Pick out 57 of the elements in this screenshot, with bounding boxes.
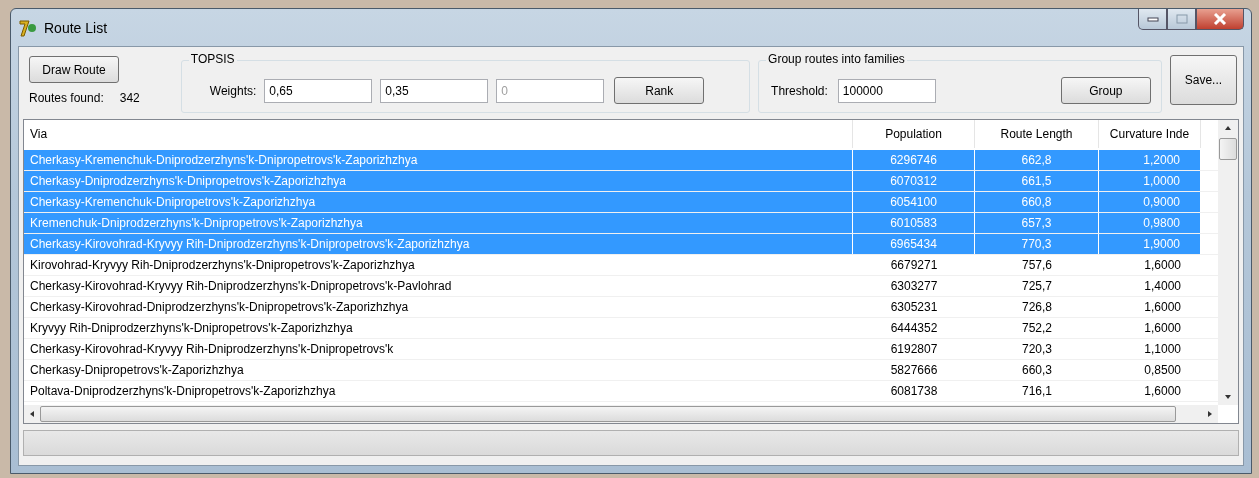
minimize-icon[interactable] — [1146, 16, 1159, 22]
table-cell[interactable]: 1,6000 — [1099, 381, 1201, 401]
table-cell[interactable]: Poltava-Dniprodzerzhyns'k-Dnipropetrovs'k-Zaporizhzhya — [24, 381, 853, 401]
rank-button[interactable]: Rank — [614, 77, 705, 104]
table-cell[interactable]: Kryvyy Rih-Dniprodzerzhyns'k-Dnipropetrovs'k-Zaporizhzhya — [24, 318, 853, 338]
table-cell[interactable]: 6192807 — [853, 339, 975, 359]
group-button[interactable]: Group — [1060, 77, 1151, 104]
column-header[interactable]: Curvature Inde — [1099, 120, 1201, 148]
table-cell[interactable]: 6444352 — [853, 318, 975, 338]
table-cell[interactable]: 1,4000 — [1099, 276, 1201, 296]
table-cell[interactable]: 6303277 — [853, 276, 975, 296]
group-title: TOPSIS — [188, 52, 237, 66]
table-cell[interactable]: Kirovohrad-Kryvyy Rih-Dniprodzerzhyns'k-Dnipropetrovs'k-Zaporizhzhya — [24, 255, 853, 275]
table-cell[interactable]: 757,6 — [975, 255, 1099, 275]
close-icon[interactable] — [1213, 13, 1227, 25]
threshold-label: Threshold: — [771, 83, 828, 98]
table-cell[interactable]: 725,7 — [975, 276, 1099, 296]
save-button[interactable]: Save... — [1169, 55, 1237, 105]
table-cell[interactable]: 5827666 — [853, 360, 975, 380]
table-cell[interactable]: 660,3 — [975, 360, 1099, 380]
table-cell[interactable]: 1,6000 — [1099, 297, 1201, 317]
table-cell[interactable]: 1,6000 — [1099, 255, 1201, 275]
table-cell[interactable]: 720,3 — [975, 339, 1099, 359]
scrollbar-thumb[interactable] — [1219, 138, 1237, 160]
close-button[interactable] — [1196, 9, 1244, 30]
threshold-field[interactable]: 100000 — [837, 78, 936, 103]
table-cell[interactable]: Cherkasy-Kirovohrad-Dniprodzerzhyns'k-Dnipropetrovs'k-Zaporizhzhya — [24, 297, 853, 317]
table-cell[interactable]: 1,6000 — [1099, 318, 1201, 338]
window-title: Route List — [44, 19, 109, 36]
table-cell[interactable]: 752,2 — [975, 318, 1099, 338]
routes-found-count: 342 — [119, 91, 140, 105]
weights-label: Weights: — [209, 83, 257, 98]
table-cell[interactable]: 716,1 — [975, 381, 1099, 401]
vertical-scrollbar[interactable] — [1218, 120, 1238, 405]
scrollbar-thumb[interactable] — [40, 406, 1176, 422]
table-cell[interactable]: 6305231 — [853, 297, 975, 317]
column-header[interactable]: Route Length — [975, 120, 1099, 148]
weight-field[interactable]: 0 — [496, 78, 605, 103]
column-header[interactable]: Via — [24, 120, 853, 148]
table-cell[interactable]: 1,1000 — [1099, 339, 1201, 359]
minimize-button[interactable] — [1138, 9, 1167, 30]
table-cell[interactable]: 6081738 — [853, 381, 975, 401]
maximize-button[interactable] — [1167, 9, 1196, 30]
column-header[interactable]: Population — [853, 120, 975, 148]
table-cell[interactable]: 6679271 — [853, 255, 975, 275]
table-cell[interactable]: 726,8 — [975, 297, 1099, 317]
group-title: Group routes into families — [766, 52, 907, 66]
app-icon — [18, 17, 38, 38]
table-cell[interactable]: Cherkasy-Dnipropetrovs'k-Zaporizhzhya — [24, 360, 853, 380]
horizontal-scrollbar[interactable] — [24, 405, 1218, 423]
draw-route-button[interactable]: Draw Route — [29, 56, 119, 83]
table-cell[interactable]: Cherkasy-Kirovohrad-Kryvyy Rih-Dniprodzerzhyns'k-Dnipropetrovs'k — [24, 339, 853, 359]
routes-found-label: Routes found: — [29, 91, 104, 105]
weight-field[interactable]: 0,65 — [264, 78, 373, 103]
table-cell[interactable]: Cherkasy-Kirovohrad-Kryvyy Rih-Dniprodzerzhyns'k-Dnipropetrovs'k-Pavlohrad — [24, 276, 853, 296]
weight-field[interactable]: 0,35 — [380, 78, 489, 103]
table-cell[interactable]: 0,8500 — [1099, 360, 1201, 380]
